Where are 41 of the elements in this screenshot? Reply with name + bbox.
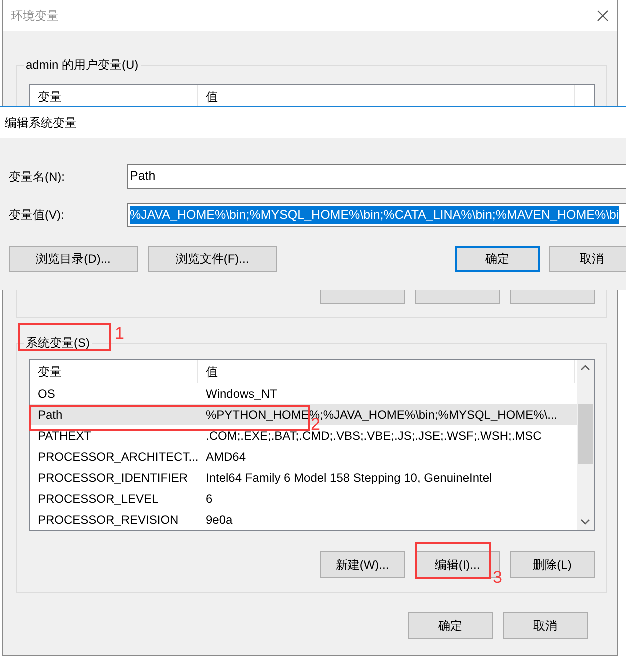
list-row[interactable]: PROCESSOR_REVISION 9e0a: [30, 509, 577, 530]
column-header[interactable]: 变量: [30, 360, 198, 383]
scrollbar[interactable]: [577, 360, 594, 530]
column-header[interactable]: 值: [198, 360, 575, 383]
button[interactable]: 新建(W)...: [320, 551, 405, 578]
window-title: 环境变量: [11, 8, 59, 24]
button[interactable]: 浏览目录(D)...: [9, 246, 138, 272]
list-row[interactable]: PROCESSOR_LEVEL 6: [30, 488, 577, 509]
variable-value: 6: [205, 490, 214, 508]
button[interactable]: 浏览文件(F)...: [148, 246, 277, 272]
variable-name: PROCESSOR_LEVEL: [37, 490, 160, 508]
variable-value: AMD64: [205, 448, 248, 466]
scroll-up-icon[interactable]: [581, 365, 590, 371]
list-row[interactable]: PROCESSOR_IDENTIFIER Intel64 Family 6 Model 158 Stepping 10, GenuineIntel: [30, 467, 577, 488]
variable-value: Intel64 Family 6 Model 158 Stepping 10, GenuineIntel: [205, 470, 494, 486]
close-icon[interactable]: [597, 10, 609, 22]
scrollbar-thumb[interactable]: [578, 404, 593, 464]
variable-value: .COM;.EXE;.BAT;.CMD;.VBS;.VBE;.JS;.JSE;.WSF;.WSH;.MSC: [205, 428, 543, 444]
button[interactable]: 取消: [549, 246, 626, 272]
button[interactable]: 取消: [503, 612, 588, 639]
input-field[interactable]: %JAVA_HOME%\bin;%MYSQL_HOME%\bin;%CATA_LINA%\bin;%MAVEN_HOME%\bi: [127, 203, 626, 227]
variable-name: PROCESSOR_IDENTIFIER: [37, 470, 190, 486]
variable-name: PROCESSOR_ARCHITECT...: [37, 448, 198, 466]
button[interactable]: 删除(L): [510, 551, 595, 578]
variable-name: PATHEXT: [37, 428, 93, 444]
field-label: 变量名(N):: [9, 168, 66, 186]
button[interactable]: 确定: [455, 246, 540, 272]
variable-name: OS: [37, 386, 56, 402]
dialog-title: 编辑系统变量: [5, 114, 77, 132]
variable-value: Windows_NT: [205, 386, 278, 402]
button[interactable]: 确定: [408, 612, 493, 639]
variable-name: Path: [37, 406, 64, 424]
variable-name: PROCESSOR_REVISION: [37, 512, 180, 528]
list-row[interactable]: OS Windows_NT: [30, 383, 577, 404]
variable-value: 9e0a: [205, 512, 234, 528]
input-field[interactable]: Path: [127, 164, 626, 189]
scroll-down-icon[interactable]: [581, 519, 590, 525]
group-label: admin 的用户变量(U): [24, 58, 141, 73]
annotation-number: 1: [115, 325, 124, 343]
list-row[interactable]: PROCESSOR_ARCHITECT... AMD64: [30, 446, 577, 467]
field-label: 变量值(V):: [9, 207, 66, 224]
